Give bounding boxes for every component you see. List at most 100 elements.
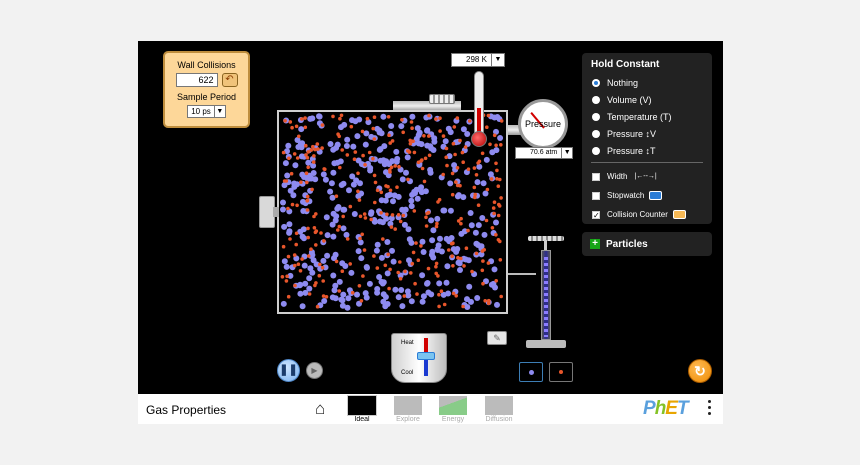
light-particle [422,179,427,184]
stopwatch-checkbox[interactable] [592,191,600,200]
light-particle [387,286,391,291]
step-icon: ▶ [311,366,318,375]
light-particle-button[interactable] [549,362,573,382]
light-particle [490,226,495,230]
heavy-particle [339,302,346,309]
heavy-particle [373,247,380,254]
radio-button[interactable] [592,112,600,121]
heavy-particle-button[interactable] [519,362,543,382]
light-particle [492,133,497,138]
light-particle [345,237,350,241]
eraser-icon[interactable]: ✎ [487,331,507,345]
step-button[interactable]: ▶ [306,362,323,379]
light-particle [388,188,393,193]
light-particle [444,155,448,160]
light-particle [315,304,320,309]
heavy-particle [374,289,381,296]
heavy-particle [287,187,294,194]
cool-label: Cool [401,370,414,376]
light-particle [357,284,362,288]
radio-pressure-v[interactable]: Pressure ↕V [582,125,712,142]
temperature-readout[interactable]: 298 K ▼ [451,53,505,67]
heavy-particle [393,148,400,155]
light-particle [294,124,299,129]
undo-icon[interactable]: ↶ [221,73,238,87]
screen-energy[interactable]: Energy [435,396,471,423]
expand-plus-icon[interactable]: + [590,239,600,249]
light-particle [495,168,499,173]
radio-temperature[interactable]: Temperature (T) [582,108,712,125]
heavy-particle [320,171,327,178]
light-particle [375,266,380,270]
heavy-particle [306,275,313,282]
heavy-particle [340,291,347,298]
light-particle [402,294,407,298]
light-particle [293,263,297,268]
light-particle [494,233,498,237]
light-particle [312,226,317,230]
light-particle [360,129,365,134]
light-particle [285,274,289,279]
width-label: Width [607,172,628,181]
radio-button[interactable] [592,78,600,87]
collision-counter-panel[interactable]: Wall Collisions 622 ↶ Sample Period 10 p… [163,51,250,128]
light-particle [424,215,428,220]
screen-label: Ideal [354,416,370,423]
heater-cooler[interactable]: Heat Cool [391,333,447,383]
light-particle [309,247,313,251]
collision-counter-checkbox-row[interactable]: ✓ Collision Counter [582,205,712,224]
radio-button[interactable] [592,129,600,138]
light-particle [499,143,503,147]
menu-icon[interactable] [708,400,712,418]
lid-handle[interactable] [429,94,455,104]
heavy-particle [331,287,338,294]
light-particle [296,262,301,266]
light-particle [293,283,297,288]
light-particle [434,117,438,121]
pump-body[interactable] [541,250,551,340]
width-checkbox-row[interactable]: Width |←--→| [582,167,712,186]
light-particle [499,196,503,200]
light-particle [361,153,365,158]
light-particle [412,150,417,155]
light-particle [452,125,457,129]
light-particle [286,206,290,211]
heavy-particle [488,281,495,288]
pressure-readout[interactable]: 70.6 atm ▼ [515,147,574,159]
screen-diffusion[interactable]: Diffusion [481,396,517,423]
radio-button[interactable] [592,146,600,155]
screen-explore[interactable]: Explore [390,396,426,423]
home-icon[interactable]: ⌂ [315,399,325,419]
radio-nothing[interactable]: Nothing [582,74,712,91]
light-particle [480,249,485,253]
heat-cool-slider[interactable] [417,352,435,360]
light-particle [361,274,365,278]
light-particle [292,152,297,156]
light-particle [306,150,310,154]
collision-counter-checkbox[interactable]: ✓ [592,210,600,219]
particles-accordion[interactable]: + Particles [582,232,712,256]
radio-button[interactable] [592,95,600,104]
light-particle [486,261,491,265]
pause-button[interactable]: ❚❚ [277,359,300,382]
phet-logo[interactable]: PhET [643,398,689,420]
width-checkbox[interactable] [592,172,600,181]
radio-pressure-t[interactable]: Pressure ↕T [582,142,712,159]
collision-counter-label: Collision Counter [607,210,668,219]
stopwatch-checkbox-row[interactable]: Stopwatch [582,186,712,205]
heavy-particle [444,263,451,270]
light-particle [409,271,413,275]
heavy-particle [349,173,356,180]
heavy-particle [481,231,488,238]
light-particle [398,219,403,224]
light-particle [307,292,312,296]
screen-ideal[interactable]: Ideal [344,395,380,423]
heavy-particle [491,266,498,273]
sample-period-select[interactable]: 10 ps ▼ [187,105,226,118]
reset-all-button[interactable]: ↻ [688,359,712,383]
light-particle [317,273,322,278]
light-particle [470,269,474,274]
light-particle [495,177,499,181]
radio-volume[interactable]: Volume (V) [582,91,712,108]
light-particle [406,177,410,182]
